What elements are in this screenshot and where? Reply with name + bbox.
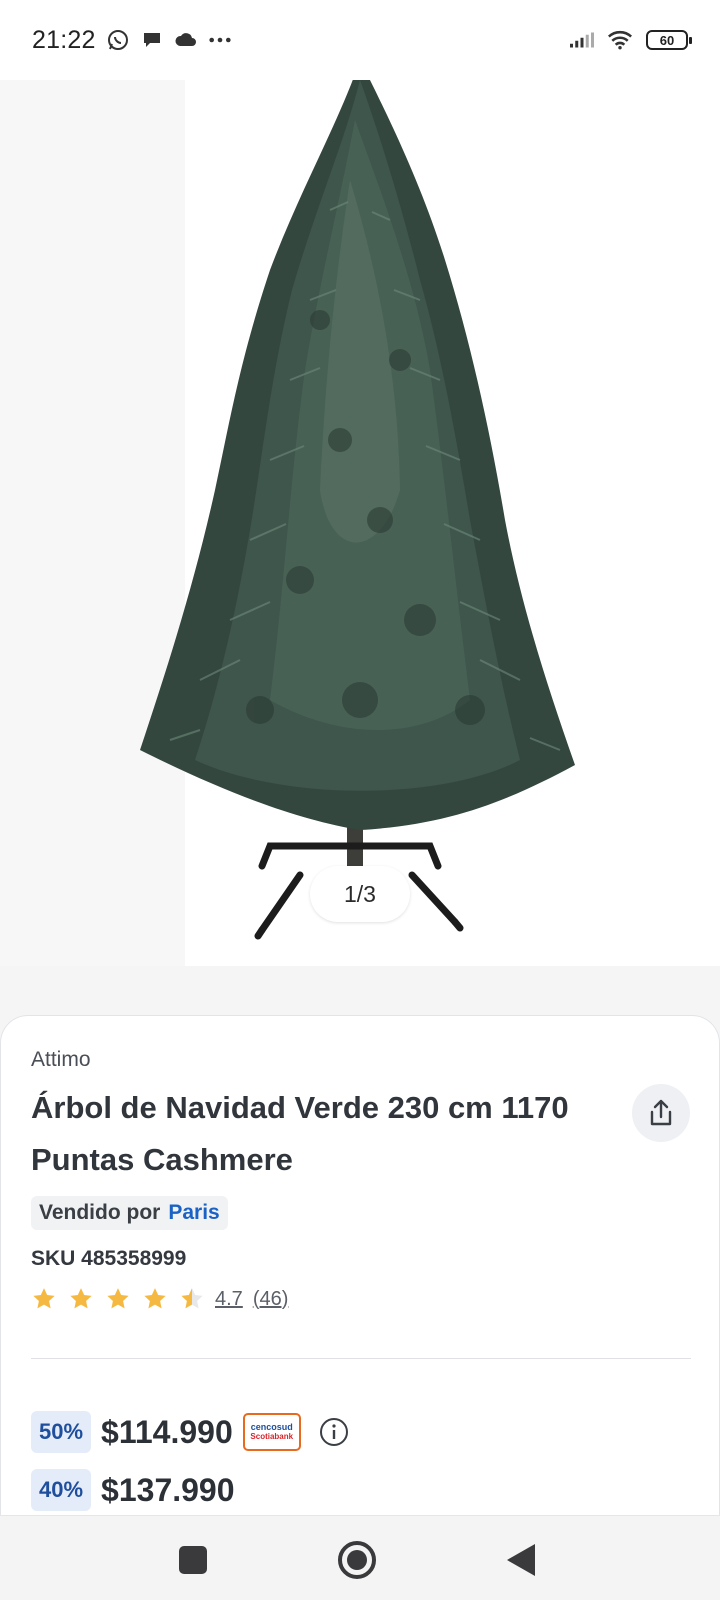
star-icon [144, 1288, 166, 1309]
rating-value[interactable]: 4.7 [215, 1288, 243, 1311]
clock: 21:22 [32, 25, 96, 54]
price-row-internet: 40% $137.990 [31, 1469, 235, 1511]
system-navigation-bar [0, 1515, 720, 1600]
cencosud-scotiabank-logo: cencosud Scotiabank [242, 1413, 301, 1451]
star-icon [33, 1288, 55, 1309]
signal-icon [570, 28, 594, 52]
cloud-icon [174, 28, 198, 52]
christmas-tree-product-image [0, 60, 720, 966]
whatsapp-icon [106, 28, 130, 52]
star-icon [107, 1288, 129, 1309]
product-sku: SKU 485358999 [31, 1247, 187, 1270]
share-icon [650, 1099, 672, 1126]
status-bar: 21:22 60 [0, 0, 720, 80]
card-price: $114.990 [101, 1413, 233, 1450]
more-dots-icon [208, 28, 232, 52]
star-icon [70, 1288, 92, 1309]
price-row-card: 50% $114.990 cencosud Scotiabank [31, 1411, 349, 1453]
seller-badge: Vendido por Paris [31, 1196, 228, 1230]
square-icon [179, 1546, 207, 1574]
rating-summary[interactable]: 4.7 (46) [31, 1286, 288, 1312]
seller-label: Vendido por [39, 1201, 161, 1224]
product-title: Árbol de Navidad Verde 230 cm 1170 Punta… [31, 1090, 569, 1177]
internet-price: $137.990 [101, 1471, 235, 1508]
discount-badge: 50% [31, 1411, 92, 1453]
share-button[interactable] [632, 1084, 690, 1142]
image-counter: 1/3 [310, 866, 410, 922]
back-triangle-icon [507, 1544, 535, 1576]
info-icon[interactable] [319, 1417, 349, 1447]
wifi-icon [608, 28, 632, 52]
back-button[interactable] [499, 1538, 543, 1582]
battery-icon: 60 [646, 30, 692, 50]
product-details-card: Attimo Árbol de Navidad Verde 230 cm 117… [0, 1015, 720, 1515]
home-button[interactable] [335, 1538, 379, 1582]
chat-bubble-icon [140, 28, 164, 52]
rating-stars [31, 1286, 205, 1312]
seller-link[interactable]: Paris [168, 1201, 219, 1225]
discount-badge: 40% [31, 1469, 92, 1511]
product-brand[interactable]: Attimo [31, 1048, 91, 1072]
half-star-icon [181, 1288, 203, 1309]
divider [31, 1358, 691, 1359]
product-image-gallery[interactable]: 1/3 [0, 60, 720, 966]
recents-button[interactable] [171, 1538, 215, 1582]
rating-count[interactable]: (46) [253, 1288, 289, 1311]
home-circle-icon [338, 1541, 376, 1579]
